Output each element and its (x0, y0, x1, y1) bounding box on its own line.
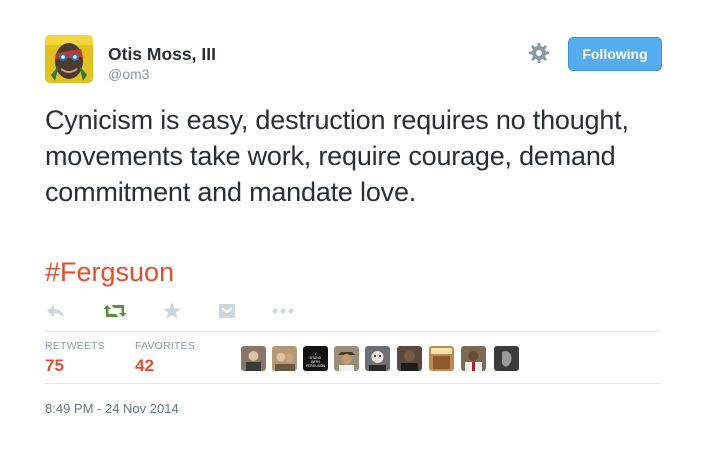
favorites-count[interactable]: 42 (135, 356, 154, 376)
profile-avatar-image (45, 35, 93, 83)
user-avatar[interactable] (397, 346, 422, 371)
tweet-timestamp[interactable]: 8:49 PM - 24 Nov 2014 (45, 401, 179, 416)
user-display-name[interactable]: Otis Moss, III (108, 44, 216, 65)
user-avatar[interactable] (461, 346, 486, 371)
divider-top (45, 331, 661, 332)
retweets-label: RETWEETS (45, 340, 105, 352)
reply-icon[interactable] (45, 301, 67, 321)
favorites-label: FAVORITES (135, 340, 195, 352)
user-avatar[interactable] (494, 346, 519, 371)
embed-icon[interactable] (217, 301, 239, 321)
user-avatar[interactable] (429, 346, 454, 371)
user-avatar[interactable] (365, 346, 390, 371)
tweet-text: Cynicism is easy, destruction requires n… (45, 105, 629, 207)
retweet-icon[interactable] (103, 301, 127, 321)
profile-avatar[interactable] (45, 35, 93, 83)
tweet-card: Otis Moss, III @om3 Following Cynicism i… (0, 0, 704, 453)
favorite-star-icon[interactable] (162, 301, 184, 321)
user-avatar[interactable] (272, 346, 297, 371)
gear-icon[interactable] (527, 41, 551, 65)
user-avatar[interactable]: I STAND WITH FERGUSON (303, 346, 328, 371)
retweets-count[interactable]: 75 (45, 356, 64, 376)
more-options-icon[interactable] (271, 301, 294, 321)
hashtag-link[interactable]: #Fergsuon (45, 254, 174, 290)
svg-text:FERGUSON: FERGUSON (306, 364, 326, 368)
following-button[interactable]: Following (568, 37, 662, 71)
user-avatar[interactable] (334, 346, 359, 371)
divider-bottom (45, 383, 661, 384)
user-avatar[interactable] (241, 346, 266, 371)
user-handle[interactable]: @om3 (108, 66, 149, 82)
